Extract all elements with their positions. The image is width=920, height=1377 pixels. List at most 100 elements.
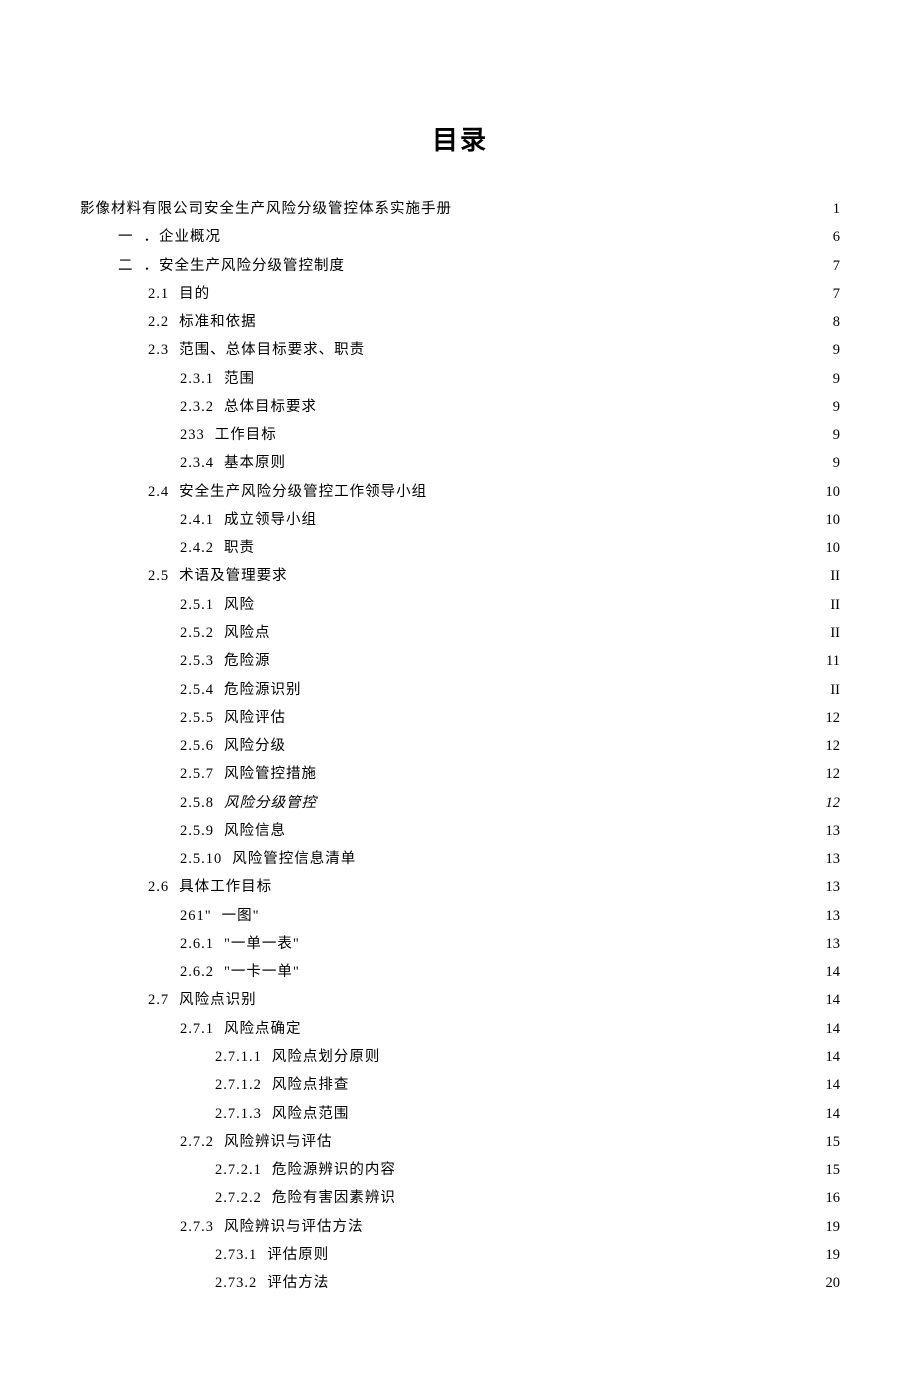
toc-title: 目录 [80, 120, 840, 157]
toc-entry-number: 261" [180, 902, 212, 930]
toc-entry: 2.5.4危险源识别II [80, 676, 840, 704]
toc-entry-number: 2.73.2 [215, 1269, 257, 1297]
toc-leader-dots [349, 1103, 819, 1118]
toc-entry-text: 风险点识别 [179, 986, 257, 1014]
toc-entry-text: 目的 [179, 280, 210, 308]
toc-entry-number: 2.4.1 [180, 506, 214, 534]
toc-entry-number: 2.3.1 [180, 365, 214, 393]
toc-entry-text: 风险 [224, 591, 255, 619]
toc-entry-text: 基本原则 [224, 449, 286, 477]
toc-leader-dots [255, 368, 827, 383]
toc-entry-text: 风险分级 [224, 732, 286, 760]
toc-leader-dots [257, 990, 820, 1005]
toc-leader-dots [277, 425, 827, 440]
toc-leader-dots [288, 566, 825, 581]
toc-entry-text: 评估原则 [267, 1241, 329, 1269]
toc-entry: 2.2标准和依据8 [80, 308, 840, 336]
toc-leader-dots [427, 481, 819, 496]
toc-entry: 233工作目标9 [80, 421, 840, 449]
toc-entry-page: 10 [820, 478, 841, 506]
toc-entry-number: 2.4.2 [180, 534, 214, 562]
toc-entry-page: II [824, 591, 840, 619]
toc-leader-dots [286, 820, 820, 835]
toc-entry-text: 具体工作目标 [179, 873, 272, 901]
toc-entry-page: 12 [820, 704, 841, 732]
toc-entry: 2.7.1 风险点确定 14 [80, 1015, 840, 1043]
toc-entry: 2.5术语及管理要求II [80, 562, 840, 590]
toc-entry-number: 2.3.4 [180, 449, 214, 477]
toc-entry-text: 总体目标要求 [224, 393, 317, 421]
toc-leader-dots [302, 679, 825, 694]
toc-entry-page: 9 [827, 421, 840, 449]
toc-entry: 2.5.7风险管控措施12 [80, 760, 840, 788]
toc-entry-page: II [824, 676, 840, 704]
toc-leader-dots [317, 764, 820, 779]
toc-entry-text: 范围、总体目标要求、职责 [179, 336, 365, 364]
toc-leader-dots [349, 1075, 819, 1090]
toc-entry-text: 风险管控措施 [224, 760, 317, 788]
toc-leader-dots [286, 736, 820, 751]
toc-entry: 2.5.3危险源11 [80, 647, 840, 675]
toc-leader-dots [271, 651, 821, 666]
toc-leader-dots [300, 933, 820, 948]
toc-entry-number: 2.4 [148, 478, 169, 506]
toc-entry-number: 2.5.10 [180, 845, 222, 873]
toc-leader-dots [356, 849, 819, 864]
toc-entry-text: 风险点确定 [224, 1015, 302, 1043]
toc-entry-text: 风险点划分原则 [272, 1043, 381, 1071]
toc-entry: 2.7.2.1危险源辨识的内容15 [80, 1156, 840, 1184]
toc-entry-text: 一图" [222, 902, 260, 930]
toc-entry-number: 2.2 [148, 308, 169, 336]
toc-entry-page: 7 [827, 280, 840, 308]
toc-entry-page: 14 [820, 1015, 841, 1043]
toc-entry-page: 20 [820, 1269, 841, 1297]
toc-entry-number: 2.7.3 [180, 1213, 214, 1241]
toc-entry: 影像材料有限公司安全生产风险分级管控体系实施手册1 [80, 195, 840, 223]
toc-leader-dots [302, 1018, 820, 1033]
toc-entry-text: 术语及管理要求 [179, 562, 288, 590]
toc-entry-page: II [824, 562, 840, 590]
toc-entry-number: 2.5.8 [180, 789, 214, 817]
toc-leader-dots [345, 255, 827, 270]
toc-entry-number: 2.7 [148, 986, 169, 1014]
toc-leader-dots [317, 792, 820, 807]
toc-entry: 2.7.3风险辨识与评估方法19 [80, 1213, 840, 1241]
toc-entry-text: 风险管控信息清单 [232, 845, 356, 873]
toc-leader-dots [364, 1216, 820, 1231]
toc-leader-dots [365, 340, 827, 355]
toc-entry: 2.7.2.2危险有害因素辨识16 [80, 1184, 840, 1212]
toc-entry-page: 15 [820, 1156, 841, 1184]
toc-entry-number: 一 [118, 223, 134, 251]
toc-entry-text: "一卡一单" [224, 958, 300, 986]
toc-entry-page: 14 [820, 986, 841, 1014]
toc-entry-page: 13 [820, 930, 841, 958]
toc-entry-text: 职责 [224, 534, 255, 562]
toc-entry-text: "一单一表" [224, 930, 300, 958]
toc-leader-dots [272, 877, 819, 892]
toc-entry-number: 二 [118, 252, 134, 280]
toc-entry-page: 9 [827, 449, 840, 477]
toc-entry: 2.4安全生产风险分级管控工作领导小组10 [80, 478, 840, 506]
toc-entry-page: 9 [827, 393, 840, 421]
toc-entry-number: 2.7.2 [180, 1128, 214, 1156]
toc-entry: 2.6.2"一卡一单"14 [80, 958, 840, 986]
toc-entry-text: 风险点排查 [272, 1071, 350, 1099]
toc-leader-dots [333, 1131, 820, 1146]
toc-entry: 2.1目的7 [80, 280, 840, 308]
toc-entry: 2.7.1.2风险点排查14 [80, 1071, 840, 1099]
toc-entry-page: 13 [820, 902, 841, 930]
toc-entry-number: 2.73.1 [215, 1241, 257, 1269]
toc-entry-number: 2.7.1 [180, 1015, 214, 1043]
toc-entry-text: 成立领导小组 [224, 506, 317, 534]
toc-leader-dots [257, 312, 827, 327]
toc-entry-page: 14 [820, 1071, 841, 1099]
toc-entry: 2.5.6风险分级12 [80, 732, 840, 760]
toc-entry-text: 风险点 [224, 619, 271, 647]
toc-entry-page: 15 [820, 1128, 841, 1156]
toc-leader-dots [452, 199, 827, 214]
toc-leader-dots [286, 707, 820, 722]
toc-entry-page: 10 [820, 534, 841, 562]
toc-entry: 2.5.2风险点II [80, 619, 840, 647]
toc-entry-text: 危险有害因素辨识 [272, 1184, 396, 1212]
toc-entry-number: 2.3 [148, 336, 169, 364]
